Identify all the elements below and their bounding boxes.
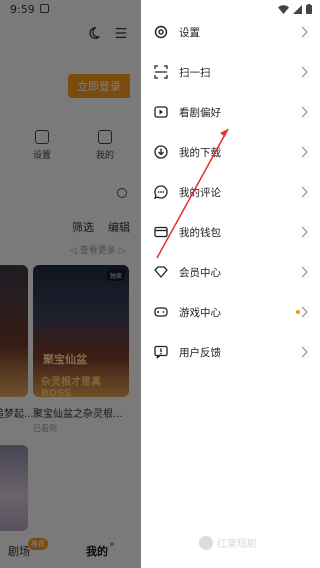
chevron-right-icon: [301, 306, 308, 318]
menu-item-label: 我的钱包: [179, 226, 221, 239]
menu-item-settings[interactable]: 设置: [141, 12, 320, 52]
wallet-icon: [153, 224, 169, 240]
menu-item-label: 看剧偏好: [179, 106, 221, 119]
chevron-right-icon: [301, 146, 308, 158]
menu-item-feedback[interactable]: 用户反馈: [141, 332, 320, 372]
menu-item-label: 设置: [179, 26, 200, 39]
menu-item-label: 我的评论: [179, 186, 221, 199]
watermark-text: 红果短剧: [217, 539, 257, 550]
menu-item-label: 游戏中心: [179, 306, 221, 319]
menu-item-label: 用户反馈: [179, 346, 221, 359]
chevron-right-icon: [301, 26, 308, 38]
menu-item-label: 我的下载: [179, 146, 221, 159]
menu-item-comments[interactable]: 我的评论: [141, 172, 320, 212]
menu-item-label: 扫一扫: [179, 66, 211, 79]
drawer-menu: 设置 扫一扫 看剧偏好 我的下载 我的评论 我的钱包 会员中心 游戏中心 用户反…: [141, 12, 320, 372]
menu-item-downloads[interactable]: 我的下载: [141, 132, 320, 172]
download-icon: [153, 144, 169, 160]
chevron-right-icon: [301, 226, 308, 238]
menu-item-scan[interactable]: 扫一扫: [141, 52, 320, 92]
menu-item-game-center[interactable]: 游戏中心: [141, 292, 320, 332]
menu-item-play-preference[interactable]: 看剧偏好: [141, 92, 320, 132]
comment-icon: [153, 184, 169, 200]
app-logo-icon: [199, 535, 213, 550]
menu-item-label: 会员中心: [179, 266, 221, 279]
chevron-right-icon: [301, 186, 308, 198]
feedback-icon: [153, 344, 169, 360]
gear-icon: [153, 24, 169, 40]
scan-icon: [153, 64, 169, 80]
play-preference-icon: [153, 104, 169, 120]
gamepad-icon: [153, 304, 169, 320]
menu-item-wallet[interactable]: 我的钱包: [141, 212, 320, 252]
chevron-right-icon: [301, 66, 308, 78]
chevron-right-icon: [301, 266, 308, 278]
chevron-right-icon: [301, 106, 308, 118]
chevron-right-icon: [301, 346, 308, 358]
side-drawer: 设置 扫一扫 看剧偏好 我的下载 我的评论 我的钱包 会员中心 游戏中心 用户反…: [141, 0, 320, 568]
app-watermark: 红果短剧: [199, 535, 257, 550]
diamond-icon: [153, 264, 169, 280]
menu-item-membership[interactable]: 会员中心: [141, 252, 320, 292]
